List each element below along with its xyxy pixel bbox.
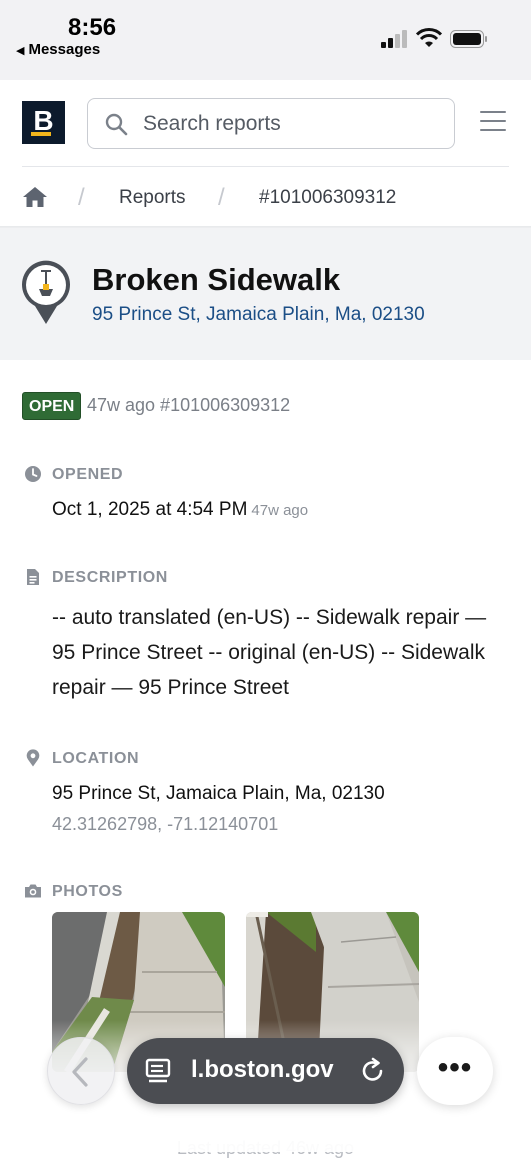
report-meta: 47w ago #101006309312 [87,395,291,415]
breadcrumb-reports[interactable]: Reports [119,187,186,209]
breadcrumb-separator: / [218,184,225,211]
report-address-link[interactable]: 95 Prince St, Jamaica Plain, Ma, 02130 [92,304,425,326]
reload-icon[interactable] [359,1057,387,1085]
back-triangle-icon: ◀ [16,45,25,57]
page-menu-icon [145,1058,171,1083]
clock-icon [25,466,41,482]
status-bar: 8:56 ◀ Messages [0,0,531,80]
opened-ago: 47w ago [251,502,309,519]
browser-more-button[interactable]: ••• [417,1037,493,1105]
report-hero: Broken Sidewalk 95 Prince St, Jamaica Pl… [0,228,531,360]
breadcrumb-separator: / [78,184,85,211]
location-pin-icon [26,749,40,767]
description-label: DESCRIPTION [52,569,168,586]
description-text: -- auto translated (en-US) -- Sidewalk r… [52,606,487,699]
location-coordinates: 42.31262798, -71.12140701 [52,814,279,834]
chevron-left-icon [72,1057,88,1087]
home-icon[interactable] [22,185,48,209]
search-placeholder: Search reports [143,112,281,135]
search-input[interactable]: Search reports [87,98,455,149]
location-label: LOCATION [52,750,140,767]
status-badge: OPEN [22,392,82,420]
report-title: Broken Sidewalk [92,262,341,297]
hamburger-menu-icon[interactable] [480,111,506,133]
photos-label: PHOTOS [52,883,123,900]
site-header: B Search reports [0,80,531,168]
battery-icon [450,30,487,48]
address-bar[interactable]: l.boston.gov [127,1038,404,1104]
breadcrumb: / Reports / #101006309312 [22,166,509,226]
sidewalk-pin-icon [22,260,70,324]
breadcrumb-report-id: #101006309312 [259,187,397,208]
logo-accent-bar [31,132,51,136]
opened-label: OPENED [52,466,124,483]
location-address: 95 Prince St, Jamaica Plain, Ma, 02130 [52,783,385,804]
opened-value: Oct 1, 2025 at 4:54 PM 47w ago [52,499,308,521]
cellular-signal-icon [381,30,407,48]
search-icon [105,113,128,136]
camera-icon [25,884,41,898]
back-to-app-link[interactable]: ◀ Messages [16,41,100,58]
url-text: l.boston.gov [191,1056,334,1083]
clock: 8:56 [68,14,117,41]
boston-logo[interactable]: B [22,101,65,144]
wifi-icon [416,28,442,47]
document-icon [27,569,39,585]
browser-back-button[interactable] [47,1037,115,1105]
opened-date: Oct 1, 2025 at 4:54 PM [52,499,248,520]
back-to-app-label: Messages [28,41,101,58]
